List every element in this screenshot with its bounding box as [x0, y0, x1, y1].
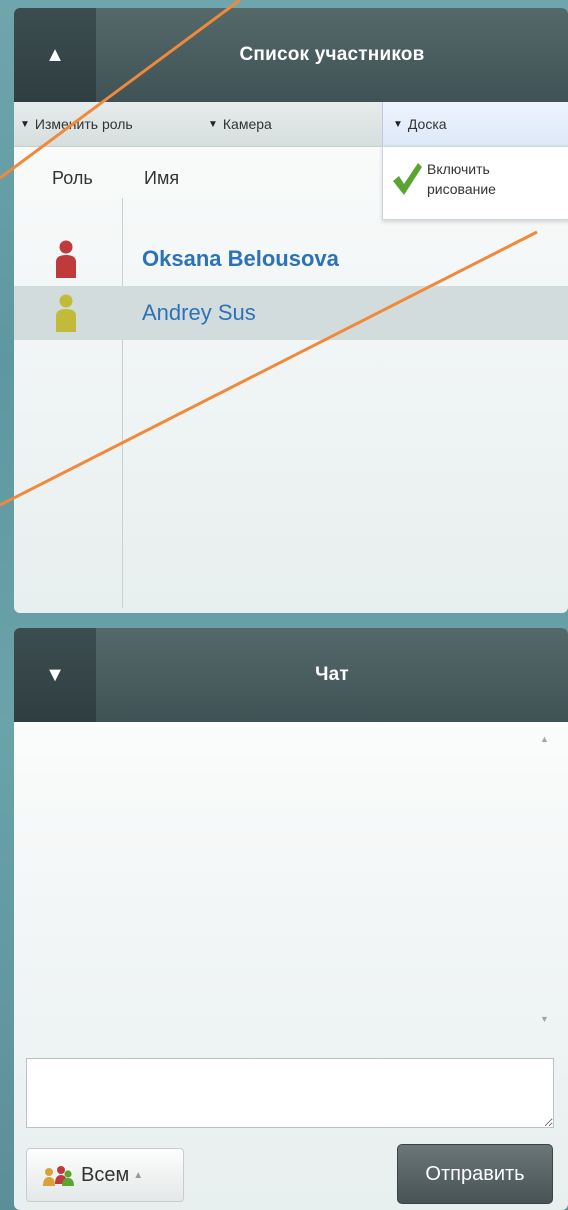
chat-message-input[interactable] — [26, 1058, 554, 1128]
chat-messages-area[interactable]: ▲ ▼ — [14, 722, 568, 1052]
scroll-down-icon[interactable]: ▼ — [540, 1014, 549, 1024]
change-role-label: Изменить роль — [34, 116, 133, 132]
camera-label: Камера — [222, 116, 272, 132]
board-label: Доска — [407, 116, 447, 132]
dropdown-arrow-icon: ▼ — [208, 118, 218, 130]
participants-toolbar: ▼ Изменить роль ▼ Камера ▼ Доска — [14, 102, 568, 147]
change-role-menu[interactable]: ▼ Изменить роль — [20, 102, 133, 146]
column-name: Имя — [144, 168, 180, 188]
participant-name: Andrey Sus — [142, 300, 256, 325]
send-button[interactable]: Отправить — [397, 1144, 553, 1204]
enable-drawing-line2: рисование — [427, 181, 496, 197]
board-menu[interactable]: ▼ Доска — [382, 102, 568, 146]
dropdown-arrow-icon: ▼ — [393, 118, 403, 130]
dropdown-arrow-icon: ▼ — [20, 118, 30, 130]
participants-header: ▲ Список участников — [14, 8, 568, 102]
chat-header: ▼ Чат — [14, 628, 568, 722]
enable-drawing-item[interactable]: Включить рисование — [427, 159, 557, 199]
participant-row[interactable]: Oksana Belousova — [14, 232, 568, 286]
collapse-arrow-icon[interactable]: ▲ — [14, 8, 96, 102]
chat-title: Чат — [315, 664, 349, 685]
chat-panel: ▼ Чат ▲ ▼ Всем ▲ Отправить — [14, 628, 568, 1210]
user-role-icon — [56, 240, 76, 278]
audience-label: Всем — [81, 1163, 130, 1186]
expand-arrow-icon[interactable]: ▼ — [14, 628, 96, 722]
scroll-up-icon[interactable]: ▲ — [540, 734, 549, 744]
participant-name: Oksana Belousova — [142, 246, 339, 271]
check-icon — [393, 163, 422, 195]
board-dropdown-menu: Включить рисование — [382, 146, 568, 220]
participants-title: Список участников — [239, 44, 425, 65]
participants-panel: ▲ Список участников ▼ Изменить роль ▼ Ка… — [14, 8, 568, 613]
audience-selector-button[interactable]: Всем ▲ — [26, 1148, 184, 1202]
users-group-icon — [43, 1166, 74, 1186]
camera-menu[interactable]: ▼ Камера — [208, 102, 272, 146]
caret-up-icon: ▲ — [133, 1169, 144, 1181]
column-role: Роль — [52, 168, 93, 188]
enable-drawing-line1: Включить — [427, 161, 490, 177]
user-role-icon — [56, 294, 76, 332]
participant-row[interactable]: Andrey Sus — [14, 286, 568, 340]
